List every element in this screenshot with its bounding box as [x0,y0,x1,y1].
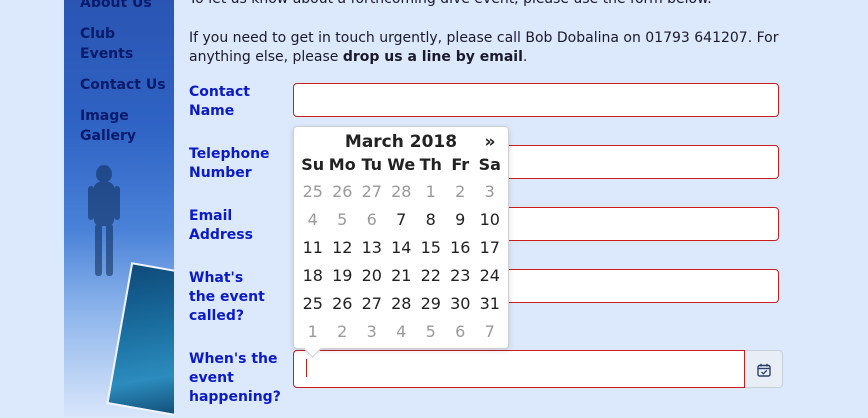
calendar-week-row: 25 26 27 28 29 30 31 [298,289,505,317]
event-name-label: What's the event called? [189,270,265,324]
calendar-day[interactable]: 25 [298,289,328,317]
calendar-icon [757,363,771,377]
sidebar-item-about-us[interactable]: About Us [80,0,166,13]
calendar-day-other-month[interactable]: 28 [387,177,417,205]
telephone-label: Telephone Number [189,146,270,181]
calendar-day[interactable]: 7 [387,205,417,233]
intro-line-2-end: . [522,49,528,65]
calendar-day-other-month[interactable]: 6 [446,317,476,345]
calendar-day[interactable]: 16 [446,233,476,261]
datepicker: March 2018 » Su Mo Tu We Th Fr Sa 25 26 27 28 1 2 3 4… [293,126,509,349]
calendar-day-other-month[interactable]: 5 [328,205,358,233]
calendar-day-other-month[interactable]: 26 [328,177,358,205]
calendar-day[interactable]: 10 [475,205,505,233]
diver-silhouette-image [88,165,120,276]
calendar-day[interactable]: 9 [446,205,476,233]
calendar-week-row: 25 26 27 28 1 2 3 [298,177,505,205]
calendar-day[interactable]: 27 [357,289,387,317]
weekday-row: Su Mo Tu We Th Fr Sa [298,151,505,177]
calendar-day[interactable]: 17 [475,233,505,261]
calendar-day-other-month[interactable]: 4 [298,205,328,233]
calendar-day-other-month[interactable]: 27 [357,177,387,205]
sidebar-nav: About Us Club Events Contact Us Image Ga… [80,0,166,157]
email-link[interactable]: drop us a line by email [343,49,523,65]
calendar-day-other-month[interactable]: 3 [475,177,505,205]
calendar-day[interactable]: 20 [357,261,387,289]
calendar-day[interactable]: 13 [357,233,387,261]
calendar-day-other-month[interactable]: 6 [357,205,387,233]
calendar-day-other-month[interactable]: 25 [298,177,328,205]
calendar-day-other-month[interactable]: 2 [446,177,476,205]
sidebar-item-club-events[interactable]: Club Events [80,24,140,64]
calendar-day[interactable]: 23 [446,261,476,289]
calendar-day[interactable]: 18 [298,261,328,289]
contact-name-input[interactable] [293,83,779,117]
calendar-week-row: 11 12 13 14 15 16 17 [298,233,505,261]
diver-photo [106,262,174,418]
calendar-day-other-month[interactable]: 3 [357,317,387,345]
sidebar: About Us Club Events Contact Us Image Ga… [64,0,174,418]
weekday-header: Su [301,154,325,174]
calendar-day[interactable]: 19 [328,261,358,289]
sidebar-item-contact-us[interactable]: Contact Us [80,75,166,95]
calendar-day-other-month[interactable]: 5 [416,317,446,345]
intro-line-2: If you need to get in touch urgently, pl… [189,29,789,67]
weekday-header: Sa [478,154,501,174]
calendar-week-row: 18 19 20 21 22 23 24 [298,261,505,289]
sidebar-item-image-gallery[interactable]: Image Gallery [80,106,140,146]
intro-line-1: To let us know about a forthcoming dive … [189,0,789,9]
calendar-day[interactable]: 30 [446,289,476,317]
calendar-day-other-month[interactable]: 1 [416,177,446,205]
weekday-header: Th [419,154,442,174]
datepicker-grid: Su Mo Tu We Th Fr Sa 25 26 27 28 1 2 3 4 5 6 7 8 9 10 11 12 13… [298,151,505,345]
calendar-button[interactable] [745,350,783,388]
calendar-day[interactable]: 14 [387,233,417,261]
calendar-day-other-month[interactable]: 1 [298,317,328,345]
calendar-day[interactable]: 26 [328,289,358,317]
email-label: Email Address [189,208,253,243]
calendar-day[interactable]: 22 [416,261,446,289]
weekday-header: Mo [328,154,356,174]
calendar-day[interactable]: 11 [298,233,328,261]
calendar-day[interactable]: 28 [387,289,417,317]
weekday-header: Fr [451,154,470,174]
event-date-label: When's the event happening? [189,351,281,405]
calendar-day[interactable]: 21 [387,261,417,289]
calendar-day-other-month[interactable]: 4 [387,317,417,345]
text-caret [306,359,307,377]
calendar-day[interactable]: 31 [475,289,505,317]
calendar-day-other-month[interactable]: 2 [328,317,358,345]
weekday-header: Tu [361,154,383,174]
calendar-day[interactable]: 29 [416,289,446,317]
calendar-day-other-month[interactable]: 7 [475,317,505,345]
calendar-day[interactable]: 12 [328,233,358,261]
calendar-day[interactable]: 15 [416,233,446,261]
weekday-header: We [387,154,416,174]
calendar-week-row: 4 5 6 7 8 9 10 [298,205,505,233]
calendar-day[interactable]: 8 [416,205,446,233]
calendar-day[interactable]: 24 [475,261,505,289]
intro-text: To let us know about a forthcoming dive … [189,0,789,67]
contact-name-label: Contact Name [189,84,250,119]
event-date-input[interactable] [293,350,745,388]
calendar-week-row: 1234567 [298,317,505,345]
